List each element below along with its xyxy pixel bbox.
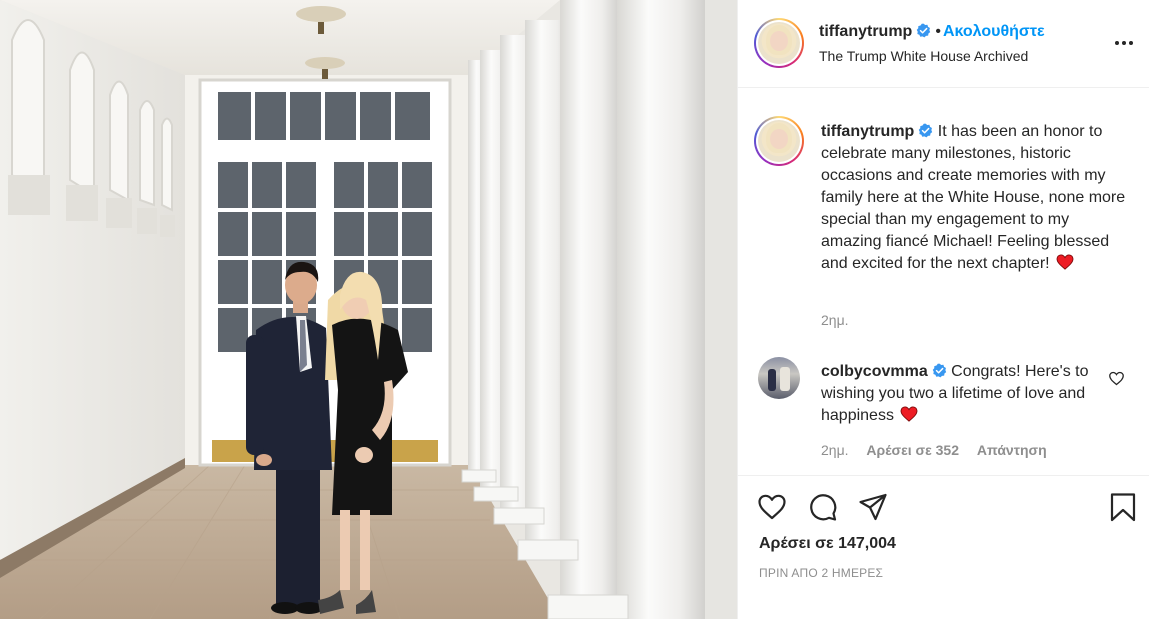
caption-text-block: tiffanytrump It has been an honor to cel…	[821, 121, 1133, 275]
comment-text-block: colbycovmma Congrats! Here's to wishing …	[821, 361, 1106, 427]
red-heart-emoji-icon	[1056, 254, 1074, 270]
follow-button[interactable]: Ακολουθήστε	[943, 23, 1045, 40]
verified-badge-icon	[918, 123, 933, 138]
author-line: tiffanytrump •Ακολουθήστε	[819, 23, 1045, 41]
more-options-icon[interactable]	[1114, 33, 1134, 53]
post-timestamp[interactable]: ΠΡΙΝ ΑΠΟ 2 ΗΜΕΡΕΣ	[759, 566, 883, 580]
verified-badge-icon	[932, 363, 947, 378]
comment-username[interactable]: colbycovmma	[821, 363, 928, 380]
comment-meta: 2ημ. Αρέσει σε 352 Απάντηση	[821, 442, 1061, 458]
post-header: tiffanytrump •Ακολουθήστε The Trump White…	[738, 0, 1149, 88]
comment-like-heart-icon[interactable]	[1108, 370, 1125, 387]
heart-outline-icon[interactable]	[757, 492, 787, 522]
verified-badge-icon	[916, 23, 931, 38]
post-side-panel: tiffanytrump •Ακολουθήστε The Trump White…	[737, 0, 1149, 619]
post-likes-count[interactable]: Αρέσει σε 147,004	[759, 535, 896, 553]
caption-username[interactable]: tiffanytrump	[821, 123, 914, 140]
caption-text: It has been an honor to celebrate many m…	[821, 123, 1125, 272]
caption-timestamp[interactable]: 2ημ.	[821, 312, 849, 328]
commenter-avatar[interactable]	[758, 357, 800, 399]
bookmark-icon[interactable]	[1108, 492, 1138, 522]
comment-likes-count[interactable]: Αρέσει σε 352	[866, 442, 959, 458]
post-photo[interactable]	[0, 0, 737, 619]
post-actions: Αρέσει σε 147,004 ΠΡΙΝ ΑΠΟ 2 ΗΜΕΡΕΣ	[738, 475, 1149, 619]
separator-dot: •	[935, 23, 941, 40]
comment-bubble-icon[interactable]	[808, 492, 838, 522]
comment-timestamp[interactable]: 2ημ.	[821, 442, 849, 458]
paper-plane-icon[interactable]	[858, 492, 888, 522]
red-heart-emoji-icon	[900, 406, 918, 422]
author-avatar[interactable]	[754, 18, 804, 68]
reply-button[interactable]: Απάντηση	[977, 442, 1047, 458]
author-username[interactable]: tiffanytrump	[819, 23, 912, 40]
author-subtitle[interactable]: The Trump White House Archived	[819, 48, 1028, 64]
caption-avatar[interactable]	[754, 116, 804, 166]
